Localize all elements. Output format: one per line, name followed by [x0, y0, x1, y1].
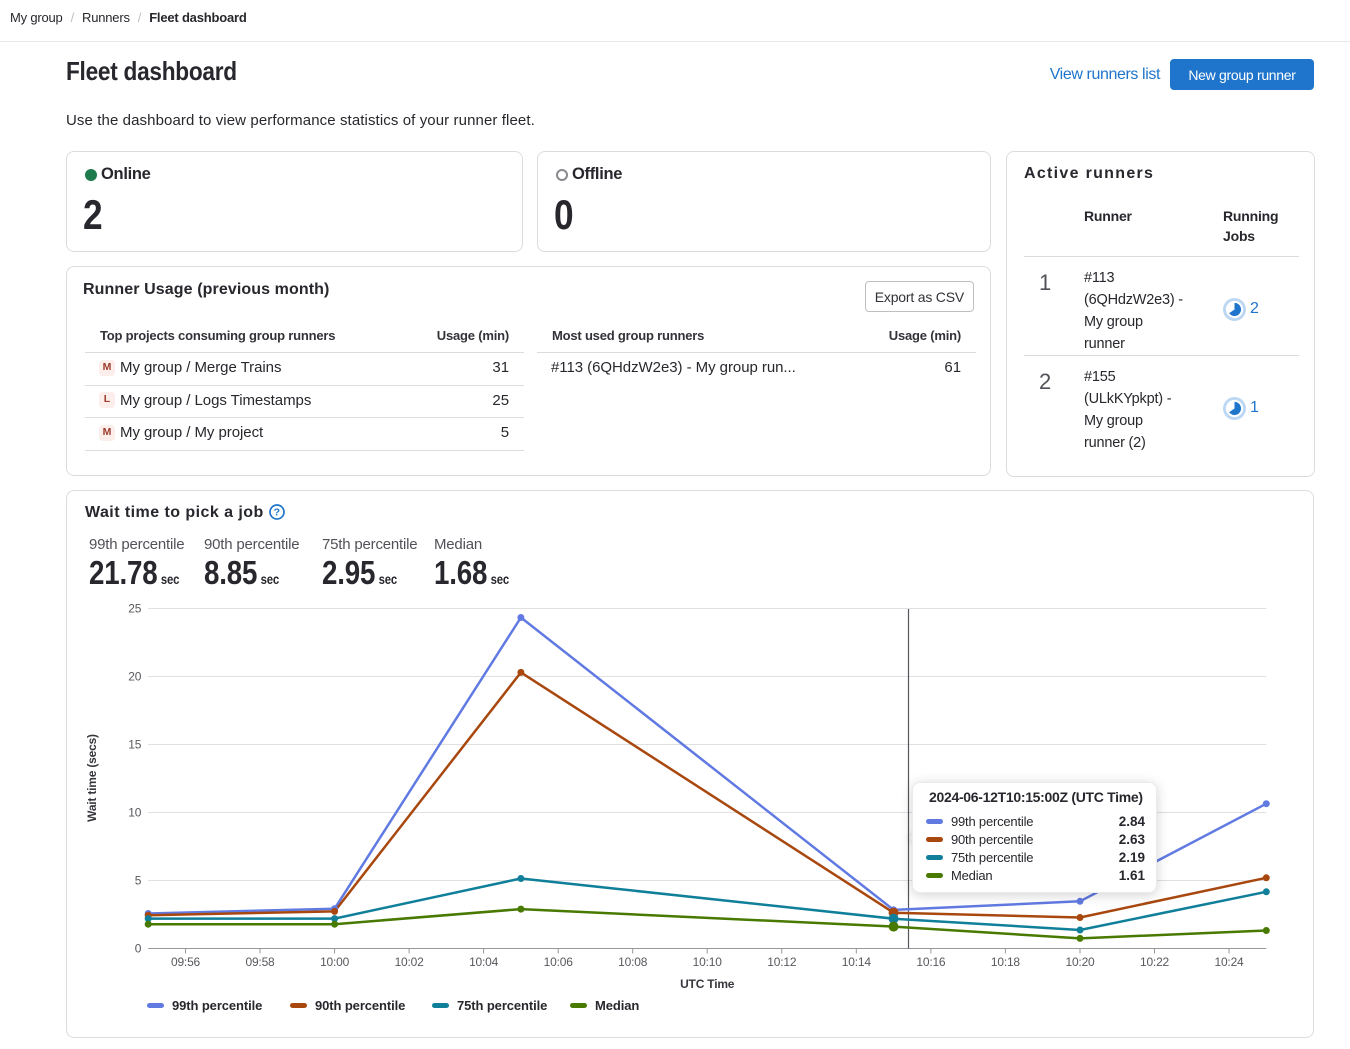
svg-text:10:16: 10:16 [916, 955, 946, 969]
svg-text:10:22: 10:22 [1140, 955, 1170, 969]
svg-text:5: 5 [135, 874, 142, 888]
svg-text:10:14: 10:14 [842, 955, 872, 969]
svg-text:Wait time (secs): Wait time (secs) [85, 734, 99, 822]
svg-text:10: 10 [128, 806, 141, 820]
svg-text:10:12: 10:12 [767, 955, 797, 969]
svg-text:15: 15 [128, 738, 141, 752]
svg-text:10:00: 10:00 [320, 955, 350, 969]
svg-text:25: 25 [128, 602, 141, 616]
svg-text:10:24: 10:24 [1214, 955, 1244, 969]
svg-text:10:02: 10:02 [395, 955, 425, 969]
svg-text:0: 0 [135, 942, 142, 956]
svg-text:09:56: 09:56 [171, 955, 201, 969]
svg-text:10:10: 10:10 [693, 955, 723, 969]
svg-text:10:04: 10:04 [469, 955, 499, 969]
svg-text:10:20: 10:20 [1065, 955, 1095, 969]
svg-text:09:58: 09:58 [245, 955, 275, 969]
svg-text:10:06: 10:06 [544, 955, 574, 969]
svg-text:10:18: 10:18 [991, 955, 1021, 969]
svg-text:10:08: 10:08 [618, 955, 648, 969]
svg-text:20: 20 [128, 670, 141, 684]
svg-text:UTC Time: UTC Time [680, 977, 735, 991]
